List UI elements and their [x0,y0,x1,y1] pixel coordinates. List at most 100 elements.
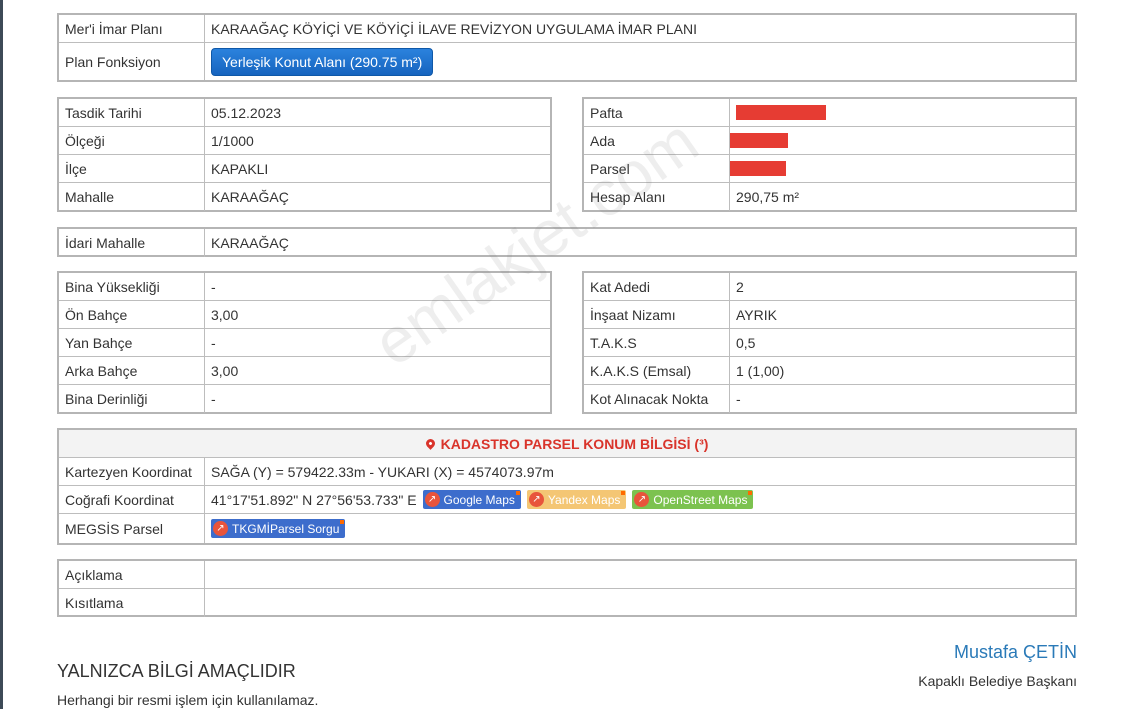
yandex-maps-label: Yandex Maps [547,492,621,507]
olcek-label: Ölçeği [59,127,205,154]
plan-name-value: KARAAĞAÇ KÖYİÇİ VE KÖYİÇİ İLAVE REVİZYON… [211,20,697,37]
table-row: Tasdik Tarihi 05.12.2023 [59,99,550,127]
openstreet-maps-label: OpenStreet Maps [653,492,748,507]
megsis-label: MEGSİS Parsel [59,514,205,543]
table-row: Parsel [584,155,1075,183]
table-row: Kartezyen Koordinat SAĞA (Y) = 579422.33… [59,458,1075,486]
table-row: Ada [584,127,1075,155]
pafta-redaction [736,105,826,120]
openstreet-maps-button[interactable]: ↗ OpenStreet Maps [632,490,754,509]
insaat-nizami-value: AYRIK [736,306,777,323]
yan-bahce-value: - [211,334,216,351]
map-link-icon: ↗ [528,492,544,507]
taks-value: 0,5 [736,334,756,351]
map-link-icon: ↗ [424,492,440,507]
signer-title: Kapaklı Belediye Başkanı [918,673,1077,689]
aciklama-value [205,561,1075,588]
external-dot-icon [515,491,520,495]
info-right-table: Pafta Ada Parsel Hesap Alanı 290,75 m² [582,97,1077,212]
build-left-table: Bina Yüksekliği - Ön Bahçe 3,00 Yan Bahçe -… [57,271,552,414]
map-link-icon: ↗ [213,521,228,536]
plan-function-label: Plan Fonksiyon [59,43,205,80]
bina-yukseklik-label: Bina Yüksekliği [59,273,205,300]
idari-table: İdari Mahalle KARAAĞAÇ [57,227,1077,257]
window-edge [0,0,3,709]
arka-bahce-value: 3,00 [211,362,239,379]
kaks-value: 1 (1,00) [736,362,785,379]
tasdik-label: Tasdik Tarihi [59,99,205,126]
external-dot-icon [748,491,753,495]
idari-label: İdari Mahalle [59,229,205,257]
external-dot-icon [340,520,345,524]
tkgm-parsel-button[interactable]: ↗ TKGMİParsel Sorgu [211,519,346,538]
geo-value: 41°17'51.892" N 27°56'53.733" E [211,491,417,508]
ada-redaction [730,133,788,148]
plan-name-label: Mer'i İmar Planı [59,15,205,42]
map-link-icon: ↗ [634,492,650,507]
table-row: İlçe KAPAKLI [59,155,550,183]
table-row: Bina Derinliği - [59,385,550,413]
plan-function-button[interactable]: Yerleşik Konut Alanı (290.75 m²) [211,47,434,76]
table-row: Mahalle KARAAĞAÇ [59,183,550,211]
cartesian-value: SAĞA (Y) = 579422.33m - YUKARI (X) = 457… [211,463,554,480]
table-row: T.A.K.S 0,5 [584,329,1075,357]
bina-derinlik-label: Bina Derinliği [59,385,205,413]
yan-bahce-label: Yan Bahçe [59,329,205,356]
table-row: Arka Bahçe 3,00 [59,357,550,385]
cadastre-header: KADASTRO PARSEL KONUM BİLGİSİ (³) [59,430,1075,458]
signer-name: Mustafa ÇETİN [953,642,1077,662]
disclaimer-subtitle: Herhangi bir resmi işlem için kullanılam… [57,692,319,708]
table-row: Bina Yüksekliği - [59,273,550,301]
hesap-value: 290,75 m² [736,189,800,205]
ada-label: Ada [584,127,730,154]
disclaimer-title: YALNIZCA BİLGİ AMAÇLIDIR [57,661,296,681]
google-maps-label: Google Maps [443,492,515,507]
pafta-label: Pafta [584,99,730,126]
table-row: Hesap Alanı 290,75 m² [584,183,1075,211]
on-bahce-label: Ön Bahçe [59,301,205,328]
kisitlama-value [205,589,1075,617]
kat-adedi-value: 2 [736,278,744,295]
ilce-value: KAPAKLI [211,160,269,177]
table-row: Pafta [584,99,1075,127]
table-row: Kat Adedi 2 [584,273,1075,301]
hesap-label: Hesap Alanı [584,183,730,211]
map-pin-icon [423,437,437,450]
yandex-maps-button[interactable]: ↗ Yandex Maps [526,490,627,509]
table-row: Ön Bahçe 3,00 [59,301,550,329]
on-bahce-value: 3,00 [211,306,239,323]
arka-bahce-label: Arka Bahçe [59,357,205,384]
tasdik-value: 05.12.2023 [211,104,282,121]
mahalle-value: KARAAĞAÇ [211,189,289,205]
olcek-value: 1/1000 [211,132,254,149]
idari-value: KARAAĞAÇ [211,235,289,251]
kisitlama-label: Kısıtlama [59,589,205,617]
kaks-label: K.A.K.S (Emsal) [584,357,730,384]
google-maps-button[interactable]: ↗ Google Maps [422,490,521,509]
bina-derinlik-value: - [211,391,216,407]
kot-label: Kot Alınacak Nokta [584,385,730,413]
build-right-table: Kat Adedi 2 İnşaat Nizamı AYRIK T.A.K.S 0,5… [582,271,1077,414]
info-left-table: Tasdik Tarihi 05.12.2023 Ölçeği 1/1000 İlç… [57,97,552,212]
table-row: Yan Bahçe - [59,329,550,357]
taks-label: T.A.K.S [584,329,730,356]
cartesian-label: Kartezyen Koordinat [59,458,205,485]
cadastre-header-text: KADASTRO PARSEL KONUM BİLGİSİ (³) [440,435,709,452]
tkgm-parsel-label: TKGMİParsel Sorgu [232,521,340,536]
notes-table: Açıklama Kısıtlama [57,559,1077,617]
plan-function-row: Plan Fonksiyon Yerleşik Konut Alanı (290… [59,43,1075,80]
insaat-nizami-label: İnşaat Nizamı [584,301,730,328]
plan-table: Mer'i İmar Planı KARAAĞAÇ KÖYİÇİ VE KÖYİ… [57,13,1077,82]
geo-label: Coğrafi Koordinat [59,486,205,513]
table-row: Kot Alınacak Nokta - [584,385,1075,413]
plan-name-row: Mer'i İmar Planı KARAAĞAÇ KÖYİÇİ VE KÖYİ… [59,15,1075,43]
external-dot-icon [621,491,626,495]
parsel-label: Parsel [584,155,730,182]
aciklama-label: Açıklama [59,561,205,588]
kot-value: - [736,391,741,407]
cadastre-table: KADASTRO PARSEL KONUM BİLGİSİ (³) Kartez… [57,428,1077,545]
parsel-redaction [730,161,786,176]
table-row: Kısıtlama [59,589,1075,617]
mahalle-label: Mahalle [59,183,205,211]
table-row: Coğrafi Koordinat 41°17'51.892" N 27°56'… [59,486,1075,514]
